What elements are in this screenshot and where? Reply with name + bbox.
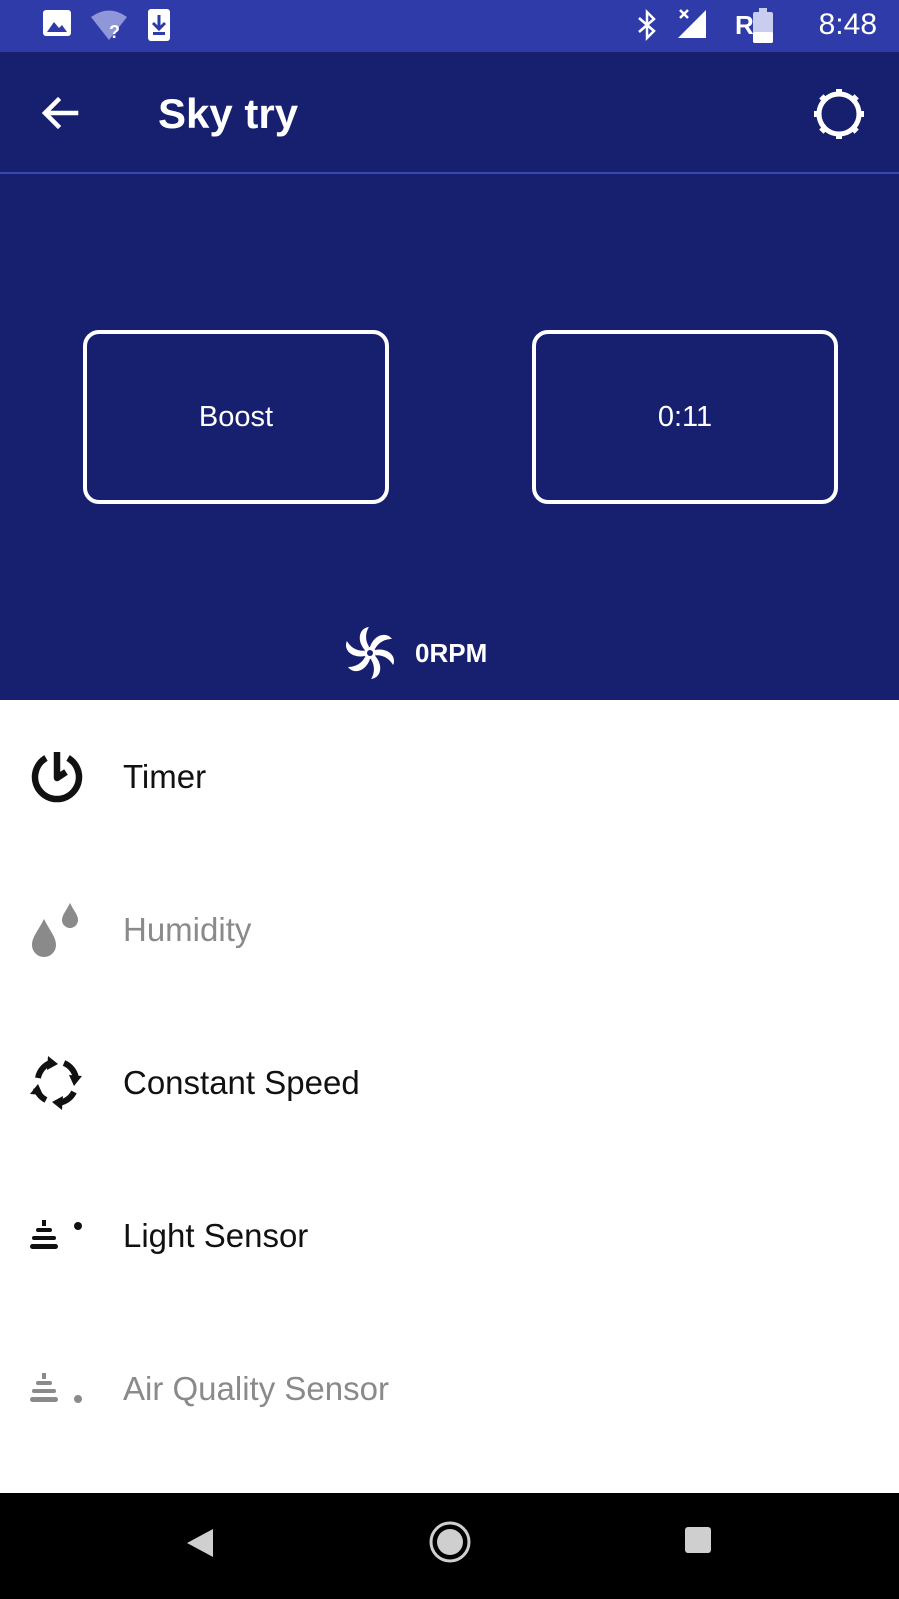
fan-speed-readout: 0RPM [343,626,487,680]
system-nav-bar [0,1493,899,1599]
nav-back-icon[interactable] [183,1523,217,1563]
page-title: Sky try [158,90,299,137]
back-arrow-icon[interactable] [36,88,86,138]
signal-off-icon [678,9,706,38]
list-item-label: Timer [123,757,207,795]
constant-speed-icon [28,1054,86,1112]
list-item-light-sensor[interactable]: Light Sensor [0,1159,899,1312]
list-item-humidity[interactable]: Humidity [0,853,899,1006]
list-item-air-quality-sensor[interactable]: Air Quality Sensor [0,1312,899,1465]
image-icon [43,10,71,36]
light-sensor-icon [28,1207,86,1265]
wifi-question-icon: ? [91,10,127,42]
list-item-constant-speed[interactable]: Constant Speed [0,1006,899,1159]
list-item-timer[interactable]: Timer [0,700,899,853]
air-quality-sensor-icon [28,1360,86,1418]
battery-icon [753,8,773,43]
download-icon [148,9,170,41]
list-item-label: Light Sensor [123,1216,309,1254]
rpm-value: 0RPM [415,637,488,668]
list-item-label: Humidity [123,910,252,948]
list-item-label: Constant Speed [123,1063,360,1101]
timer-icon [28,748,86,806]
bluetooth-icon [638,8,656,42]
settings-gear-icon[interactable] [811,86,867,142]
control-panel: Boost 0:11 0RPM [0,174,899,700]
carrier-indicator: R [735,10,754,40]
fan-icon [346,626,394,680]
svg-text:?: ? [109,22,120,42]
status-time: 8:48 [818,8,877,41]
nav-recents-icon[interactable] [683,1525,713,1555]
status-bar: ? R 8:48 [0,0,899,52]
feature-list: Timer Humidity Constant Speed Light Sens… [0,700,899,1465]
humidity-drops-icon [28,901,86,959]
boost-button[interactable]: Boost [83,330,389,504]
list-item-label: Air Quality Sensor [123,1369,389,1407]
timer-countdown-button[interactable]: 0:11 [532,330,838,504]
nav-home-icon[interactable] [427,1519,473,1565]
app-bar: Sky try [0,52,899,174]
